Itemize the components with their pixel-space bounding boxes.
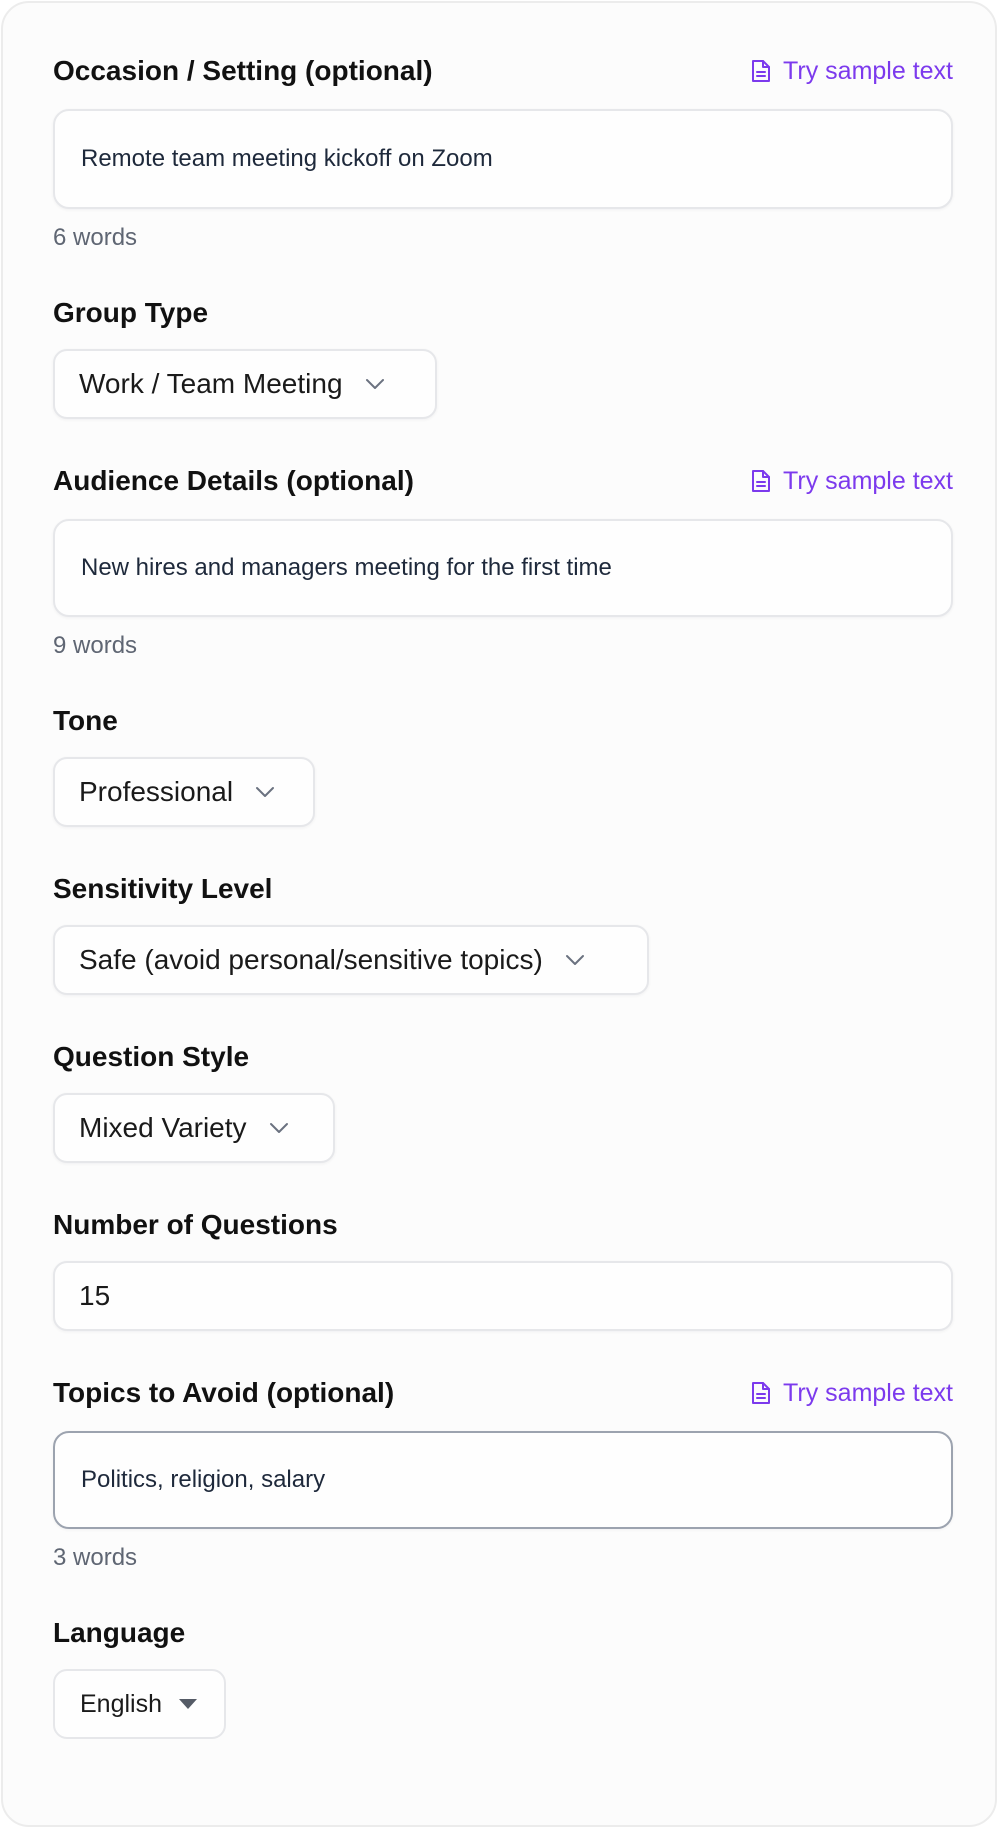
chevron-down-icon [256, 787, 275, 797]
group-type-label: Group Type [53, 297, 209, 328]
num-questions-value: 15 [79, 1280, 111, 1311]
occasion-input[interactable]: Remote team meeting kickoff on Zoom [53, 109, 953, 209]
num-questions-input[interactable]: 15 [53, 1261, 953, 1331]
question-style-select[interactable]: Mixed Variety [53, 1093, 335, 1163]
question-style-value: Mixed Variety [79, 1112, 247, 1143]
avoid-sample-link[interactable]: Try sample text [751, 1375, 953, 1411]
sensitivity-label: Sensitivity Level [53, 873, 273, 904]
sample-link-label: Try sample text [783, 1379, 953, 1407]
chevron-down-icon [269, 1123, 288, 1133]
tone-select[interactable]: Professional [53, 757, 315, 827]
avoid-word-count: 3 words [53, 1544, 138, 1571]
occasion-word-count: 6 words [53, 224, 138, 251]
tone-value: Professional [79, 776, 234, 807]
question-style-label: Question Style [53, 1041, 250, 1072]
sensitivity-select[interactable]: Safe (avoid personal/sensitive topics) [53, 925, 649, 995]
avoid-input-value: Politics, religion, salary [81, 1466, 326, 1493]
sensitivity-value: Safe (avoid personal/sensitive topics) [79, 944, 543, 975]
audience-label: Audience Details (optional) [53, 465, 414, 496]
audience-input-value: New hires and managers meeting for the f… [81, 554, 612, 581]
chevron-down-icon [565, 955, 584, 965]
document-icon [752, 60, 771, 82]
num-questions-label: Number of Questions [53, 1209, 338, 1240]
language-label: Language [53, 1617, 186, 1648]
sample-link-label: Try sample text [783, 467, 953, 495]
form-card: Occasion / Setting (optional) Try sample… [1, 1, 997, 1827]
group-type-value: Work / Team Meeting [79, 368, 343, 399]
avoid-input[interactable]: Politics, religion, salary [53, 1431, 953, 1529]
occasion-sample-link[interactable]: Try sample text [751, 53, 953, 89]
caret-down-icon [179, 1699, 197, 1709]
document-icon [752, 1382, 771, 1404]
avoid-label: Topics to Avoid (optional) [53, 1377, 395, 1408]
occasion-label: Occasion / Setting (optional) [53, 55, 433, 86]
language-select[interactable]: English [53, 1669, 226, 1739]
document-icon [752, 470, 771, 492]
audience-sample-link[interactable]: Try sample text [751, 463, 953, 499]
audience-word-count: 9 words [53, 632, 138, 659]
language-value: English [80, 1689, 162, 1718]
chevron-down-icon [365, 379, 384, 389]
group-type-select[interactable]: Work / Team Meeting [53, 349, 437, 419]
sample-link-label: Try sample text [783, 57, 953, 85]
tone-label: Tone [53, 705, 118, 736]
occasion-input-value: Remote team meeting kickoff on Zoom [81, 145, 493, 172]
audience-input[interactable]: New hires and managers meeting for the f… [53, 519, 953, 617]
